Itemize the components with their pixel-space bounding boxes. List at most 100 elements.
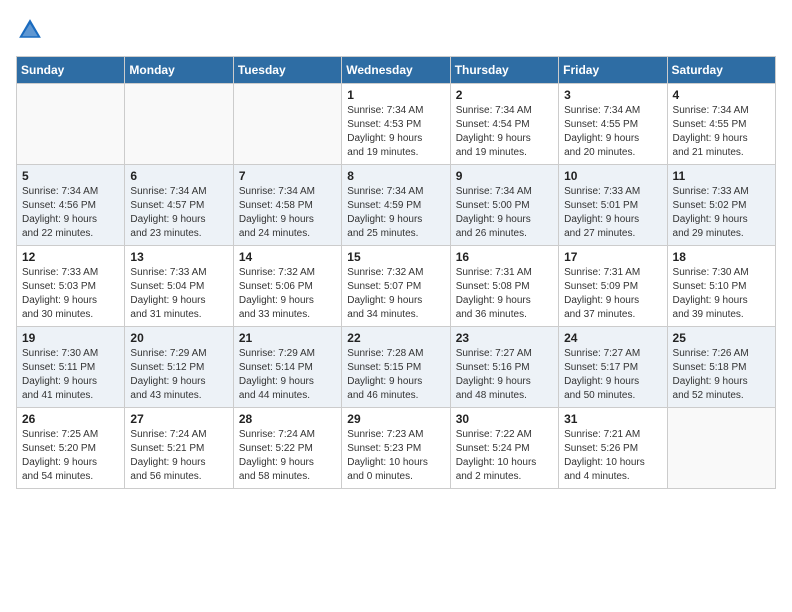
- day-number: 17: [564, 250, 661, 264]
- calendar-cell: 6 Sunrise: 7:34 AM Sunset: 4:57 PM Daylig…: [125, 165, 233, 246]
- day-number: 13: [130, 250, 227, 264]
- calendar-cell: 5 Sunrise: 7:34 AM Sunset: 4:56 PM Daylig…: [17, 165, 125, 246]
- day-number: 3: [564, 88, 661, 102]
- day-info: Sunrise: 7:34 AM Sunset: 4:55 PM Dayligh…: [564, 104, 661, 160]
- day-info: Sunrise: 7:34 AM Sunset: 4:55 PM Dayligh…: [673, 104, 770, 160]
- day-number: 15: [347, 250, 444, 264]
- calendar-body: 1 Sunrise: 7:34 AM Sunset: 4:53 PM Daylig…: [17, 84, 776, 489]
- day-header-wednesday: Wednesday: [342, 57, 450, 84]
- day-number: 30: [456, 412, 553, 426]
- calendar-week-4: 19 Sunrise: 7:30 AM Sunset: 5:11 PM Dayli…: [17, 327, 776, 408]
- day-info: Sunrise: 7:22 AM Sunset: 5:24 PM Dayligh…: [456, 428, 553, 484]
- calendar-table: SundayMondayTuesdayWednesdayThursdayFrid…: [16, 56, 776, 489]
- day-info: Sunrise: 7:34 AM Sunset: 4:58 PM Dayligh…: [239, 185, 336, 241]
- day-number: 29: [347, 412, 444, 426]
- calendar-cell: 2 Sunrise: 7:34 AM Sunset: 4:54 PM Daylig…: [450, 84, 558, 165]
- day-number: 11: [673, 169, 770, 183]
- calendar-cell: 1 Sunrise: 7:34 AM Sunset: 4:53 PM Daylig…: [342, 84, 450, 165]
- calendar-cell: [17, 84, 125, 165]
- calendar-cell: 3 Sunrise: 7:34 AM Sunset: 4:55 PM Daylig…: [559, 84, 667, 165]
- calendar-cell: 28 Sunrise: 7:24 AM Sunset: 5:22 PM Dayli…: [233, 408, 341, 489]
- calendar-cell: 23 Sunrise: 7:27 AM Sunset: 5:16 PM Dayli…: [450, 327, 558, 408]
- day-info: Sunrise: 7:30 AM Sunset: 5:11 PM Dayligh…: [22, 347, 119, 403]
- day-header-sunday: Sunday: [17, 57, 125, 84]
- logo: [16, 16, 48, 44]
- day-info: Sunrise: 7:29 AM Sunset: 5:12 PM Dayligh…: [130, 347, 227, 403]
- day-info: Sunrise: 7:34 AM Sunset: 4:56 PM Dayligh…: [22, 185, 119, 241]
- calendar-week-1: 1 Sunrise: 7:34 AM Sunset: 4:53 PM Daylig…: [17, 84, 776, 165]
- day-number: 5: [22, 169, 119, 183]
- day-header-tuesday: Tuesday: [233, 57, 341, 84]
- calendar-cell: 22 Sunrise: 7:28 AM Sunset: 5:15 PM Dayli…: [342, 327, 450, 408]
- day-number: 27: [130, 412, 227, 426]
- calendar-cell: 21 Sunrise: 7:29 AM Sunset: 5:14 PM Dayli…: [233, 327, 341, 408]
- day-number: 20: [130, 331, 227, 345]
- calendar-cell: 26 Sunrise: 7:25 AM Sunset: 5:20 PM Dayli…: [17, 408, 125, 489]
- day-header-friday: Friday: [559, 57, 667, 84]
- day-info: Sunrise: 7:31 AM Sunset: 5:09 PM Dayligh…: [564, 266, 661, 322]
- calendar-week-5: 26 Sunrise: 7:25 AM Sunset: 5:20 PM Dayli…: [17, 408, 776, 489]
- day-header-saturday: Saturday: [667, 57, 775, 84]
- day-number: 23: [456, 331, 553, 345]
- day-info: Sunrise: 7:33 AM Sunset: 5:01 PM Dayligh…: [564, 185, 661, 241]
- day-info: Sunrise: 7:33 AM Sunset: 5:04 PM Dayligh…: [130, 266, 227, 322]
- day-header-monday: Monday: [125, 57, 233, 84]
- logo-icon: [16, 16, 44, 44]
- calendar-cell: 30 Sunrise: 7:22 AM Sunset: 5:24 PM Dayli…: [450, 408, 558, 489]
- day-number: 2: [456, 88, 553, 102]
- day-info: Sunrise: 7:33 AM Sunset: 5:02 PM Dayligh…: [673, 185, 770, 241]
- day-info: Sunrise: 7:28 AM Sunset: 5:15 PM Dayligh…: [347, 347, 444, 403]
- day-info: Sunrise: 7:21 AM Sunset: 5:26 PM Dayligh…: [564, 428, 661, 484]
- day-info: Sunrise: 7:30 AM Sunset: 5:10 PM Dayligh…: [673, 266, 770, 322]
- day-number: 16: [456, 250, 553, 264]
- calendar-week-3: 12Sunrise: 7:33 AM Sunset: 5:03 PM Dayli…: [17, 246, 776, 327]
- calendar-week-2: 5 Sunrise: 7:34 AM Sunset: 4:56 PM Daylig…: [17, 165, 776, 246]
- calendar-cell: 20 Sunrise: 7:29 AM Sunset: 5:12 PM Dayli…: [125, 327, 233, 408]
- calendar-cell: [667, 408, 775, 489]
- day-number: 25: [673, 331, 770, 345]
- calendar-header: SundayMondayTuesdayWednesdayThursdayFrid…: [17, 57, 776, 84]
- day-info: Sunrise: 7:34 AM Sunset: 4:57 PM Dayligh…: [130, 185, 227, 241]
- days-header-row: SundayMondayTuesdayWednesdayThursdayFrid…: [17, 57, 776, 84]
- day-info: Sunrise: 7:34 AM Sunset: 4:59 PM Dayligh…: [347, 185, 444, 241]
- calendar-cell: 9 Sunrise: 7:34 AM Sunset: 5:00 PM Daylig…: [450, 165, 558, 246]
- day-number: 31: [564, 412, 661, 426]
- calendar-cell: 8Sunrise: 7:34 AM Sunset: 4:59 PM Daylig…: [342, 165, 450, 246]
- calendar-cell: 29Sunrise: 7:23 AM Sunset: 5:23 PM Dayli…: [342, 408, 450, 489]
- day-number: 6: [130, 169, 227, 183]
- calendar-cell: [125, 84, 233, 165]
- calendar-cell: 14 Sunrise: 7:32 AM Sunset: 5:06 PM Dayli…: [233, 246, 341, 327]
- day-number: 4: [673, 88, 770, 102]
- calendar-cell: 16 Sunrise: 7:31 AM Sunset: 5:08 PM Dayli…: [450, 246, 558, 327]
- day-info: Sunrise: 7:27 AM Sunset: 5:17 PM Dayligh…: [564, 347, 661, 403]
- day-number: 19: [22, 331, 119, 345]
- calendar-cell: 13 Sunrise: 7:33 AM Sunset: 5:04 PM Dayli…: [125, 246, 233, 327]
- calendar-cell: 4 Sunrise: 7:34 AM Sunset: 4:55 PM Daylig…: [667, 84, 775, 165]
- calendar-cell: 7Sunrise: 7:34 AM Sunset: 4:58 PM Daylig…: [233, 165, 341, 246]
- calendar-cell: [233, 84, 341, 165]
- day-number: 1: [347, 88, 444, 102]
- day-info: Sunrise: 7:29 AM Sunset: 5:14 PM Dayligh…: [239, 347, 336, 403]
- day-number: 14: [239, 250, 336, 264]
- day-number: 26: [22, 412, 119, 426]
- day-number: 10: [564, 169, 661, 183]
- day-info: Sunrise: 7:27 AM Sunset: 5:16 PM Dayligh…: [456, 347, 553, 403]
- day-info: Sunrise: 7:31 AM Sunset: 5:08 PM Dayligh…: [456, 266, 553, 322]
- day-info: Sunrise: 7:25 AM Sunset: 5:20 PM Dayligh…: [22, 428, 119, 484]
- day-info: Sunrise: 7:34 AM Sunset: 4:53 PM Dayligh…: [347, 104, 444, 160]
- calendar-cell: 12Sunrise: 7:33 AM Sunset: 5:03 PM Dayli…: [17, 246, 125, 327]
- day-info: Sunrise: 7:34 AM Sunset: 4:54 PM Dayligh…: [456, 104, 553, 160]
- day-info: Sunrise: 7:32 AM Sunset: 5:06 PM Dayligh…: [239, 266, 336, 322]
- calendar-cell: 15Sunrise: 7:32 AM Sunset: 5:07 PM Dayli…: [342, 246, 450, 327]
- day-info: Sunrise: 7:24 AM Sunset: 5:21 PM Dayligh…: [130, 428, 227, 484]
- day-number: 28: [239, 412, 336, 426]
- calendar-cell: 10 Sunrise: 7:33 AM Sunset: 5:01 PM Dayli…: [559, 165, 667, 246]
- day-info: Sunrise: 7:34 AM Sunset: 5:00 PM Dayligh…: [456, 185, 553, 241]
- calendar-cell: 11 Sunrise: 7:33 AM Sunset: 5:02 PM Dayli…: [667, 165, 775, 246]
- day-number: 22: [347, 331, 444, 345]
- page-header: [16, 16, 776, 44]
- day-info: Sunrise: 7:24 AM Sunset: 5:22 PM Dayligh…: [239, 428, 336, 484]
- day-number: 21: [239, 331, 336, 345]
- day-number: 24: [564, 331, 661, 345]
- day-number: 9: [456, 169, 553, 183]
